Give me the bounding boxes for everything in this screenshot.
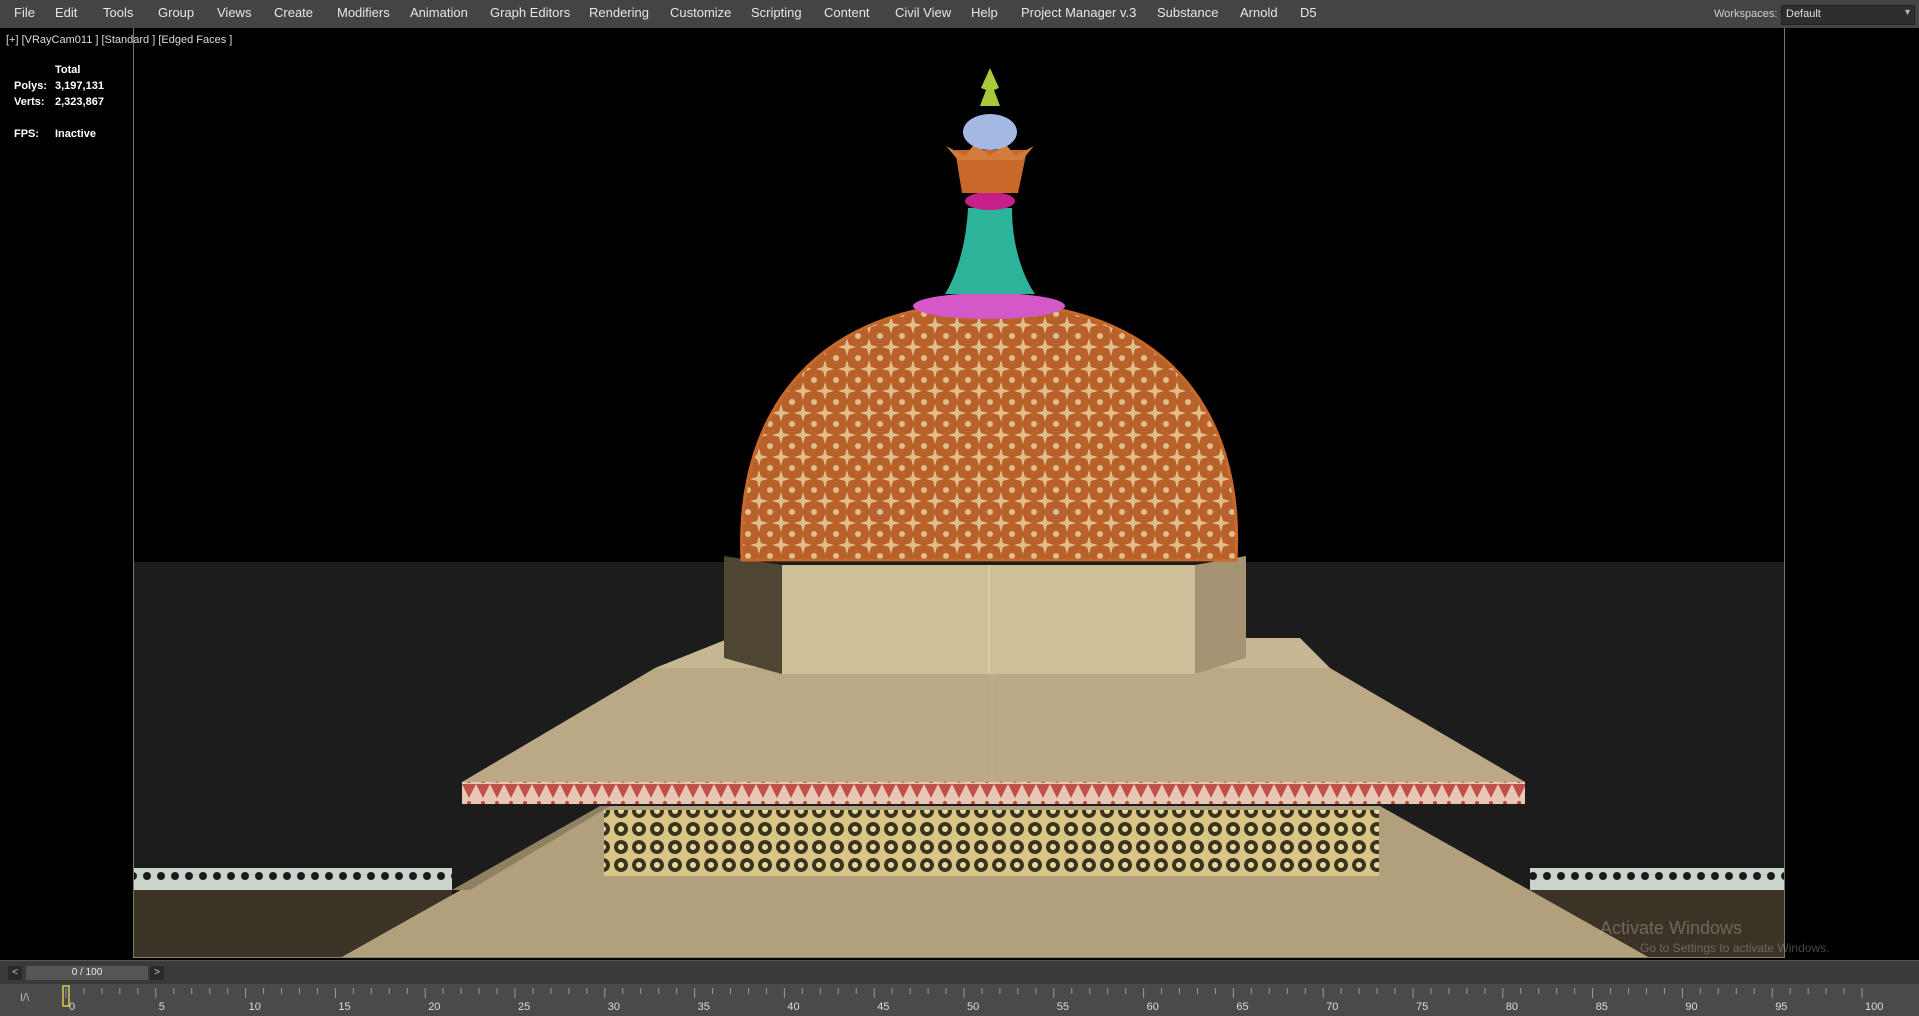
menu-views[interactable]: Views [217,5,251,20]
ruler-tick-label: 20 [428,1001,440,1013]
menu-help[interactable]: Help [971,5,998,20]
menu-tools[interactable]: Tools [103,5,133,20]
ruler-tick-label: 65 [1236,1001,1248,1013]
watermark-title: Activate Windows [1600,918,1743,938]
stats-polys-value: 3,197,131 [55,80,104,92]
menu-d5[interactable]: D5 [1300,5,1317,20]
ruler-tick-label: 80 [1506,1001,1518,1013]
stats-fps-label: FPS: [14,128,40,140]
stats-verts-label: Verts: [14,96,45,108]
time-slider-thumb[interactable]: 0 / 100 [26,966,148,980]
activate-windows-watermark: Activate Windows Go to Settings to activ… [1600,918,1829,955]
safe-frame [133,28,1785,958]
ruler-tick-label: 35 [698,1001,710,1013]
chevron-down-icon: ▾ [1904,7,1910,18]
ruler-tick-label: 5 [159,1001,165,1013]
workspace-value: Default [1786,8,1821,20]
ruler-tick-label: 45 [877,1001,889,1013]
menu-edit[interactable]: Edit [55,5,77,20]
menu-create[interactable]: Create [274,5,313,20]
ruler-tick-label: 95 [1775,1001,1787,1013]
ruler-tick-label: 10 [249,1001,261,1013]
ruler-tick-label: 100 [1865,1001,1883,1013]
menu-customize[interactable]: Customize [670,5,731,20]
camera-viewport[interactable]: [+] [VRayCam011 ] [Standard ] [Edged Fac… [0,28,1919,960]
ruler-tick-label: 30 [608,1001,620,1013]
ruler-tick-label: 50 [967,1001,979,1013]
workspaces-label: Workspaces: [1714,8,1778,20]
time-slider[interactable]: < 0 / 100 > [0,960,1919,985]
stats-polys-label: Polys: [14,80,48,92]
next-frame-button[interactable]: > [150,966,164,980]
menu-group[interactable]: Group [158,5,194,20]
stats-fps-value: Inactive [55,128,96,140]
ruler-tick-label: 55 [1057,1001,1069,1013]
ruler-tick-label: 0 [69,1001,75,1013]
ruler-tick-label: 85 [1596,1001,1608,1013]
viewport-label[interactable]: [+] [VRayCam011 ] [Standard ] [Edged Fac… [6,34,232,46]
ruler-tick-label: 40 [787,1001,799,1013]
menu-project-manager[interactable]: Project Manager v.3 [1021,5,1136,20]
menu-rendering[interactable]: Rendering [589,5,649,20]
watermark-subtitle: Go to Settings to activate Windows. [1640,941,1830,955]
ruler-tick-label: 15 [338,1001,350,1013]
track-bar[interactable]: I/\ 0 5 10 15 20 25 30 35 40 45 50 55 60 65 70 75 80 85 90… [0,984,1919,1016]
menu-content[interactable]: Content [824,5,870,20]
menu-bar: File Edit Tools Group Views Create Modif… [0,0,1919,29]
menu-civil-view[interactable]: Civil View [895,5,951,20]
ruler-tick-label: 90 [1685,1001,1697,1013]
menu-graph-editors[interactable]: Graph Editors [490,5,570,20]
menu-arnold[interactable]: Arnold [1240,5,1278,20]
menu-scripting[interactable]: Scripting [751,5,802,20]
stats-total-label: Total [55,64,81,76]
ruler-tick-label: 25 [518,1001,530,1013]
menu-modifiers[interactable]: Modifiers [337,5,390,20]
ruler-tick-label: 60 [1147,1001,1159,1013]
menu-substance[interactable]: Substance [1157,5,1218,20]
ruler-tick-label: 75 [1416,1001,1428,1013]
menu-animation[interactable]: Animation [410,5,468,20]
menu-file[interactable]: File [14,5,35,20]
ruler-tick-label: 70 [1326,1001,1338,1013]
previous-frame-button[interactable]: < [8,966,22,980]
workspace-dropdown[interactable]: Default ▾ [1781,5,1915,25]
frame-ruler[interactable]: 0 5 10 15 20 25 30 35 40 45 50 55 60 65 70 75 80 85 90 95 10… [0,984,1919,1016]
stats-verts-value: 2,323,867 [55,96,104,108]
